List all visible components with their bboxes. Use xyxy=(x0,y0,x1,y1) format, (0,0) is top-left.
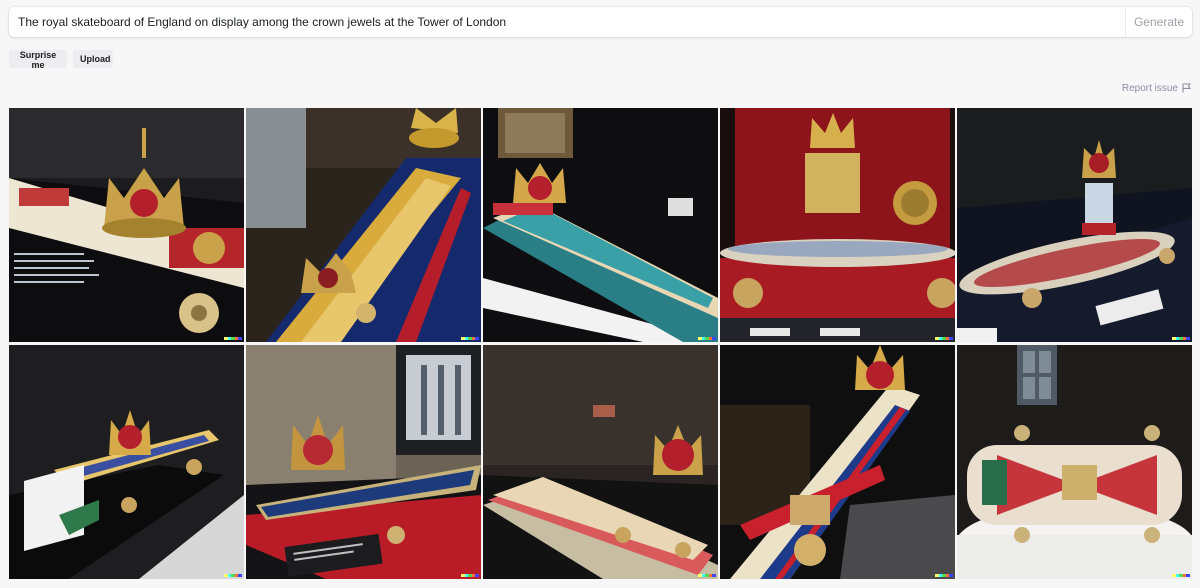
signature-mark xyxy=(224,574,242,577)
generated-image-4 xyxy=(720,108,955,342)
image-tile-10[interactable] xyxy=(957,345,1192,579)
image-tile-7[interactable] xyxy=(246,345,481,579)
image-tile-6[interactable] xyxy=(9,345,244,579)
report-issue-label: Report issue xyxy=(1121,82,1178,94)
image-tile-1[interactable] xyxy=(9,108,244,342)
generated-image-1 xyxy=(9,108,244,342)
signature-mark xyxy=(698,337,716,340)
generated-image-10 xyxy=(957,345,1192,579)
generated-image-6 xyxy=(9,345,244,579)
generated-image-2 xyxy=(246,108,481,342)
signature-mark xyxy=(698,574,716,577)
signature-mark xyxy=(461,574,479,577)
generated-image-3 xyxy=(483,108,718,342)
signature-mark xyxy=(1172,574,1190,577)
generated-image-9 xyxy=(720,345,955,579)
image-tile-4[interactable] xyxy=(720,108,955,342)
generate-button[interactable]: Generate xyxy=(1125,7,1192,37)
signature-mark xyxy=(935,574,953,577)
image-tile-3[interactable] xyxy=(483,108,718,342)
signature-mark xyxy=(1172,337,1190,340)
generated-image-5 xyxy=(957,108,1192,342)
surprise-me-button[interactable]: Surprise me xyxy=(9,50,67,70)
image-grid xyxy=(9,108,1192,580)
upload-button[interactable]: Upload xyxy=(73,50,113,68)
generated-image-8 xyxy=(483,345,718,579)
report-issue-link[interactable]: Report issue xyxy=(1122,81,1191,95)
signature-mark xyxy=(224,337,242,340)
image-tile-8[interactable] xyxy=(483,345,718,579)
signature-mark xyxy=(935,337,953,340)
image-tile-9[interactable] xyxy=(720,345,955,579)
prompt-bar: Generate xyxy=(9,7,1192,37)
flag-icon xyxy=(1182,83,1191,93)
image-tile-5[interactable] xyxy=(957,108,1192,342)
generated-image-7 xyxy=(246,345,481,579)
image-tile-2[interactable] xyxy=(246,108,481,342)
signature-mark xyxy=(461,337,479,340)
prompt-input[interactable] xyxy=(9,7,1125,37)
